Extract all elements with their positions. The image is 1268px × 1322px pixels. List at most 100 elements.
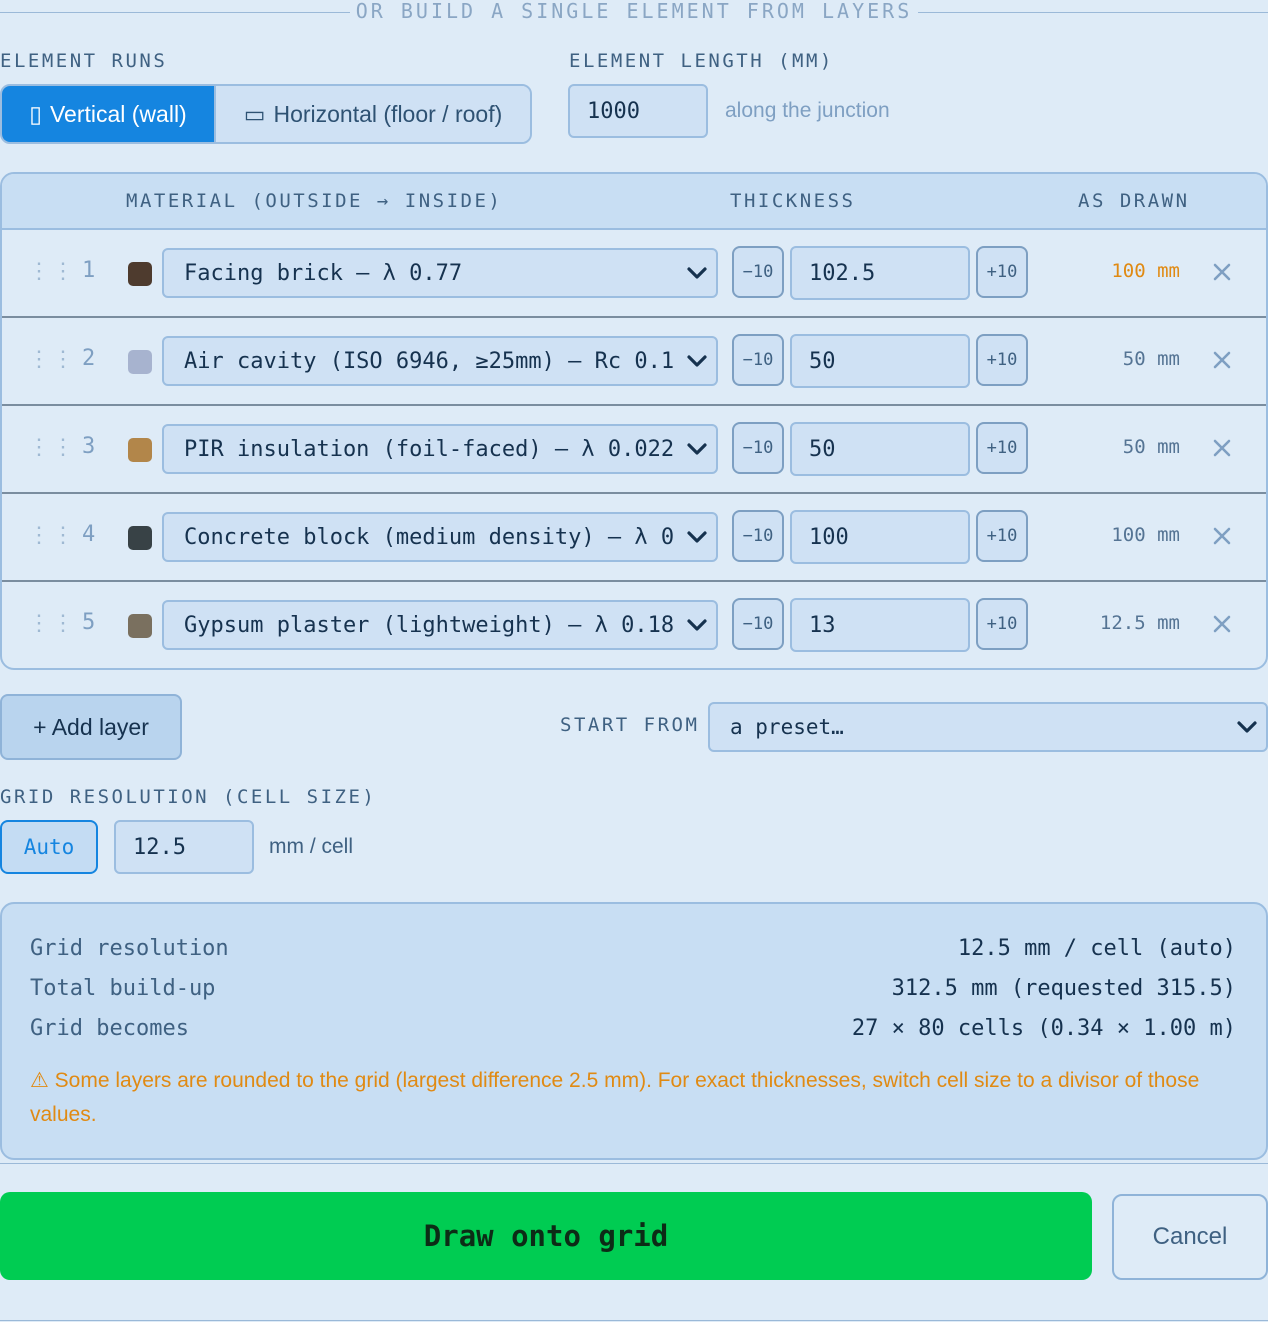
vertical-wall-label: Vertical (wall) xyxy=(49,100,187,127)
decrease-thickness-button[interactable]: −10 xyxy=(732,334,784,386)
actions-divider xyxy=(0,1163,1268,1164)
drag-handle-icon[interactable]: ⋮⋮ xyxy=(28,434,76,460)
drag-handle-icon[interactable]: ⋮⋮ xyxy=(28,258,76,284)
remove-layer-icon[interactable] xyxy=(1210,348,1234,372)
layer-thickness-input[interactable]: 50 xyxy=(790,422,970,476)
section-title: OR BUILD A SINGLE ELEMENT FROM LAYERS xyxy=(355,0,913,23)
element-length-label: ELEMENT LENGTH (MM) xyxy=(569,50,834,72)
layer-material-value: PIR insulation (foil-faced) — λ 0.022 xyxy=(184,436,674,462)
chevron-down-icon xyxy=(687,443,707,455)
add-layer-button[interactable]: + Add layer xyxy=(0,694,182,760)
layer-index: 5 xyxy=(82,610,96,635)
layer-material-select[interactable]: Gypsum plaster (lightweight) — λ 0.18 xyxy=(162,600,718,650)
layer-material-value: Gypsum plaster (lightweight) — λ 0.18 xyxy=(184,612,674,638)
chevron-down-icon xyxy=(687,531,707,543)
layer-index: 3 xyxy=(82,434,96,459)
decrease-thickness-button[interactable]: −10 xyxy=(732,422,784,474)
summary-value-total-buildup: 312.5 mm (requested 315.5) xyxy=(891,976,1236,1001)
layer-thickness-input[interactable]: 102.5 xyxy=(790,246,970,300)
vertical-wall-option[interactable]: ▯ Vertical (wall) xyxy=(2,86,214,142)
summary-panel: Grid resolution 12.5 mm / cell (auto) To… xyxy=(0,902,1268,1160)
layer-as-drawn: 50 mm xyxy=(1122,348,1180,370)
decrease-thickness-button[interactable]: −10 xyxy=(732,510,784,562)
bottom-divider xyxy=(0,1320,1268,1321)
layer-material-select[interactable]: Concrete block (medium density) — λ 0.51 xyxy=(162,512,718,562)
summary-label-total-buildup: Total build-up xyxy=(30,976,216,1001)
draw-onto-grid-button[interactable]: Draw onto grid xyxy=(0,1192,1092,1280)
cancel-button[interactable]: Cancel xyxy=(1112,1194,1268,1280)
summary-label-grid-resolution: Grid resolution xyxy=(30,936,229,961)
horizontal-floor-roof-option[interactable]: ▭ Horizontal (floor / roof) xyxy=(214,86,530,142)
rounding-warning: ⚠ Some layers are rounded to the grid (l… xyxy=(30,1069,1200,1126)
layer-row: ⋮⋮ 2 Air cavity (ISO 6946, ≥25mm) — Rc 0.1… xyxy=(2,318,1266,406)
cell-size-unit: mm / cell xyxy=(269,835,353,858)
layer-color-swatch xyxy=(128,262,152,286)
preset-select[interactable]: a preset… xyxy=(708,702,1268,752)
drag-handle-icon[interactable]: ⋮⋮ xyxy=(28,610,76,636)
layer-thickness-input[interactable]: 50 xyxy=(790,334,970,388)
layer-as-drawn: 50 mm xyxy=(1122,436,1180,458)
layer-material-value: Air cavity (ISO 6946, ≥25mm) — Rc 0.18 xyxy=(184,348,674,374)
layer-material-select[interactable]: PIR insulation (foil-faced) — λ 0.022 xyxy=(162,424,718,474)
summary-value-grid-resolution: 12.5 mm / cell (auto) xyxy=(957,936,1236,961)
cell-size-input[interactable]: 12.5 xyxy=(114,820,254,874)
remove-layer-icon[interactable] xyxy=(1210,436,1234,460)
element-runs-label: ELEMENT RUNS xyxy=(0,50,168,72)
layer-material-select[interactable]: Facing brick — λ 0.77 xyxy=(162,248,718,298)
grid-resolution-label: GRID RESOLUTION (CELL SIZE) xyxy=(0,786,377,808)
layer-material-select[interactable]: Air cavity (ISO 6946, ≥25mm) — Rc 0.18 xyxy=(162,336,718,386)
layer-index: 1 xyxy=(82,258,96,283)
chevron-down-icon xyxy=(687,267,707,279)
layer-color-swatch xyxy=(128,438,152,462)
layer-as-drawn: 100 mm xyxy=(1111,260,1180,282)
horizontal-floor-roof-label: Horizontal (floor / roof) xyxy=(273,100,503,127)
remove-layer-icon[interactable] xyxy=(1210,260,1234,284)
increase-thickness-button[interactable]: +10 xyxy=(976,598,1028,650)
layer-row: ⋮⋮ 3 PIR insulation (foil-faced) — λ 0.022… xyxy=(2,406,1266,494)
summary-label-grid-becomes: Grid becomes xyxy=(30,1016,189,1041)
layer-material-value: Concrete block (medium density) — λ 0.51 xyxy=(184,524,674,550)
layer-color-swatch xyxy=(128,614,152,638)
layers-table: MATERIAL (OUTSIDE → INSIDE) THICKNESS AS… xyxy=(0,172,1268,670)
horizontal-rect-icon: ▭ xyxy=(243,100,266,127)
increase-thickness-button[interactable]: +10 xyxy=(976,246,1028,298)
summary-value-grid-becomes: 27 × 80 cells (0.34 × 1.00 m) xyxy=(851,1016,1236,1041)
auto-resolution-button[interactable]: Auto xyxy=(0,820,98,874)
remove-layer-icon[interactable] xyxy=(1210,612,1234,636)
layer-color-swatch xyxy=(128,526,152,550)
layer-index: 4 xyxy=(82,522,96,547)
chevron-down-icon xyxy=(687,619,707,631)
vertical-rect-icon: ▯ xyxy=(29,100,42,127)
thickness-column-header: THICKNESS xyxy=(730,190,856,212)
element-runs-toggle: ▯ Vertical (wall) ▭ Horizontal (floor / … xyxy=(0,84,532,144)
divider-right xyxy=(918,12,1268,13)
material-column-header: MATERIAL (OUTSIDE → INSIDE) xyxy=(126,190,503,212)
layer-thickness-input[interactable]: 100 xyxy=(790,510,970,564)
layer-thickness-input[interactable]: 13 xyxy=(790,598,970,652)
layer-row: ⋮⋮ 4 Concrete block (medium density) — λ 0… xyxy=(2,494,1266,582)
decrease-thickness-button[interactable]: −10 xyxy=(732,246,784,298)
increase-thickness-button[interactable]: +10 xyxy=(976,510,1028,562)
layer-row: ⋮⋮ 1 Facing brick — λ 0.77 −10 102.5 +10 100 m… xyxy=(2,230,1266,318)
layer-as-drawn: 12.5 mm xyxy=(1099,612,1180,634)
divider-left xyxy=(0,12,350,13)
remove-layer-icon[interactable] xyxy=(1210,524,1234,548)
drag-handle-icon[interactable]: ⋮⋮ xyxy=(28,522,76,548)
layer-as-drawn: 100 mm xyxy=(1111,524,1180,546)
layer-material-value: Facing brick — λ 0.77 xyxy=(184,260,463,286)
decrease-thickness-button[interactable]: −10 xyxy=(732,598,784,650)
preset-select-value: a preset… xyxy=(730,715,844,739)
drag-handle-icon[interactable]: ⋮⋮ xyxy=(28,346,76,372)
layer-index: 2 xyxy=(82,346,96,371)
element-length-hint: along the junction xyxy=(725,99,890,122)
layer-row: ⋮⋮ 5 Gypsum plaster (lightweight) — λ 0.18… xyxy=(2,582,1266,668)
layers-table-header: MATERIAL (OUTSIDE → INSIDE) THICKNESS AS… xyxy=(2,174,1266,230)
element-length-input[interactable]: 1000 xyxy=(568,84,708,138)
as-drawn-column-header: AS DRAWN xyxy=(1078,190,1190,212)
chevron-down-icon xyxy=(687,355,707,367)
chevron-down-icon xyxy=(1237,721,1257,733)
layer-color-swatch xyxy=(128,350,152,374)
start-from-label: START FROM xyxy=(560,714,700,736)
increase-thickness-button[interactable]: +10 xyxy=(976,422,1028,474)
increase-thickness-button[interactable]: +10 xyxy=(976,334,1028,386)
